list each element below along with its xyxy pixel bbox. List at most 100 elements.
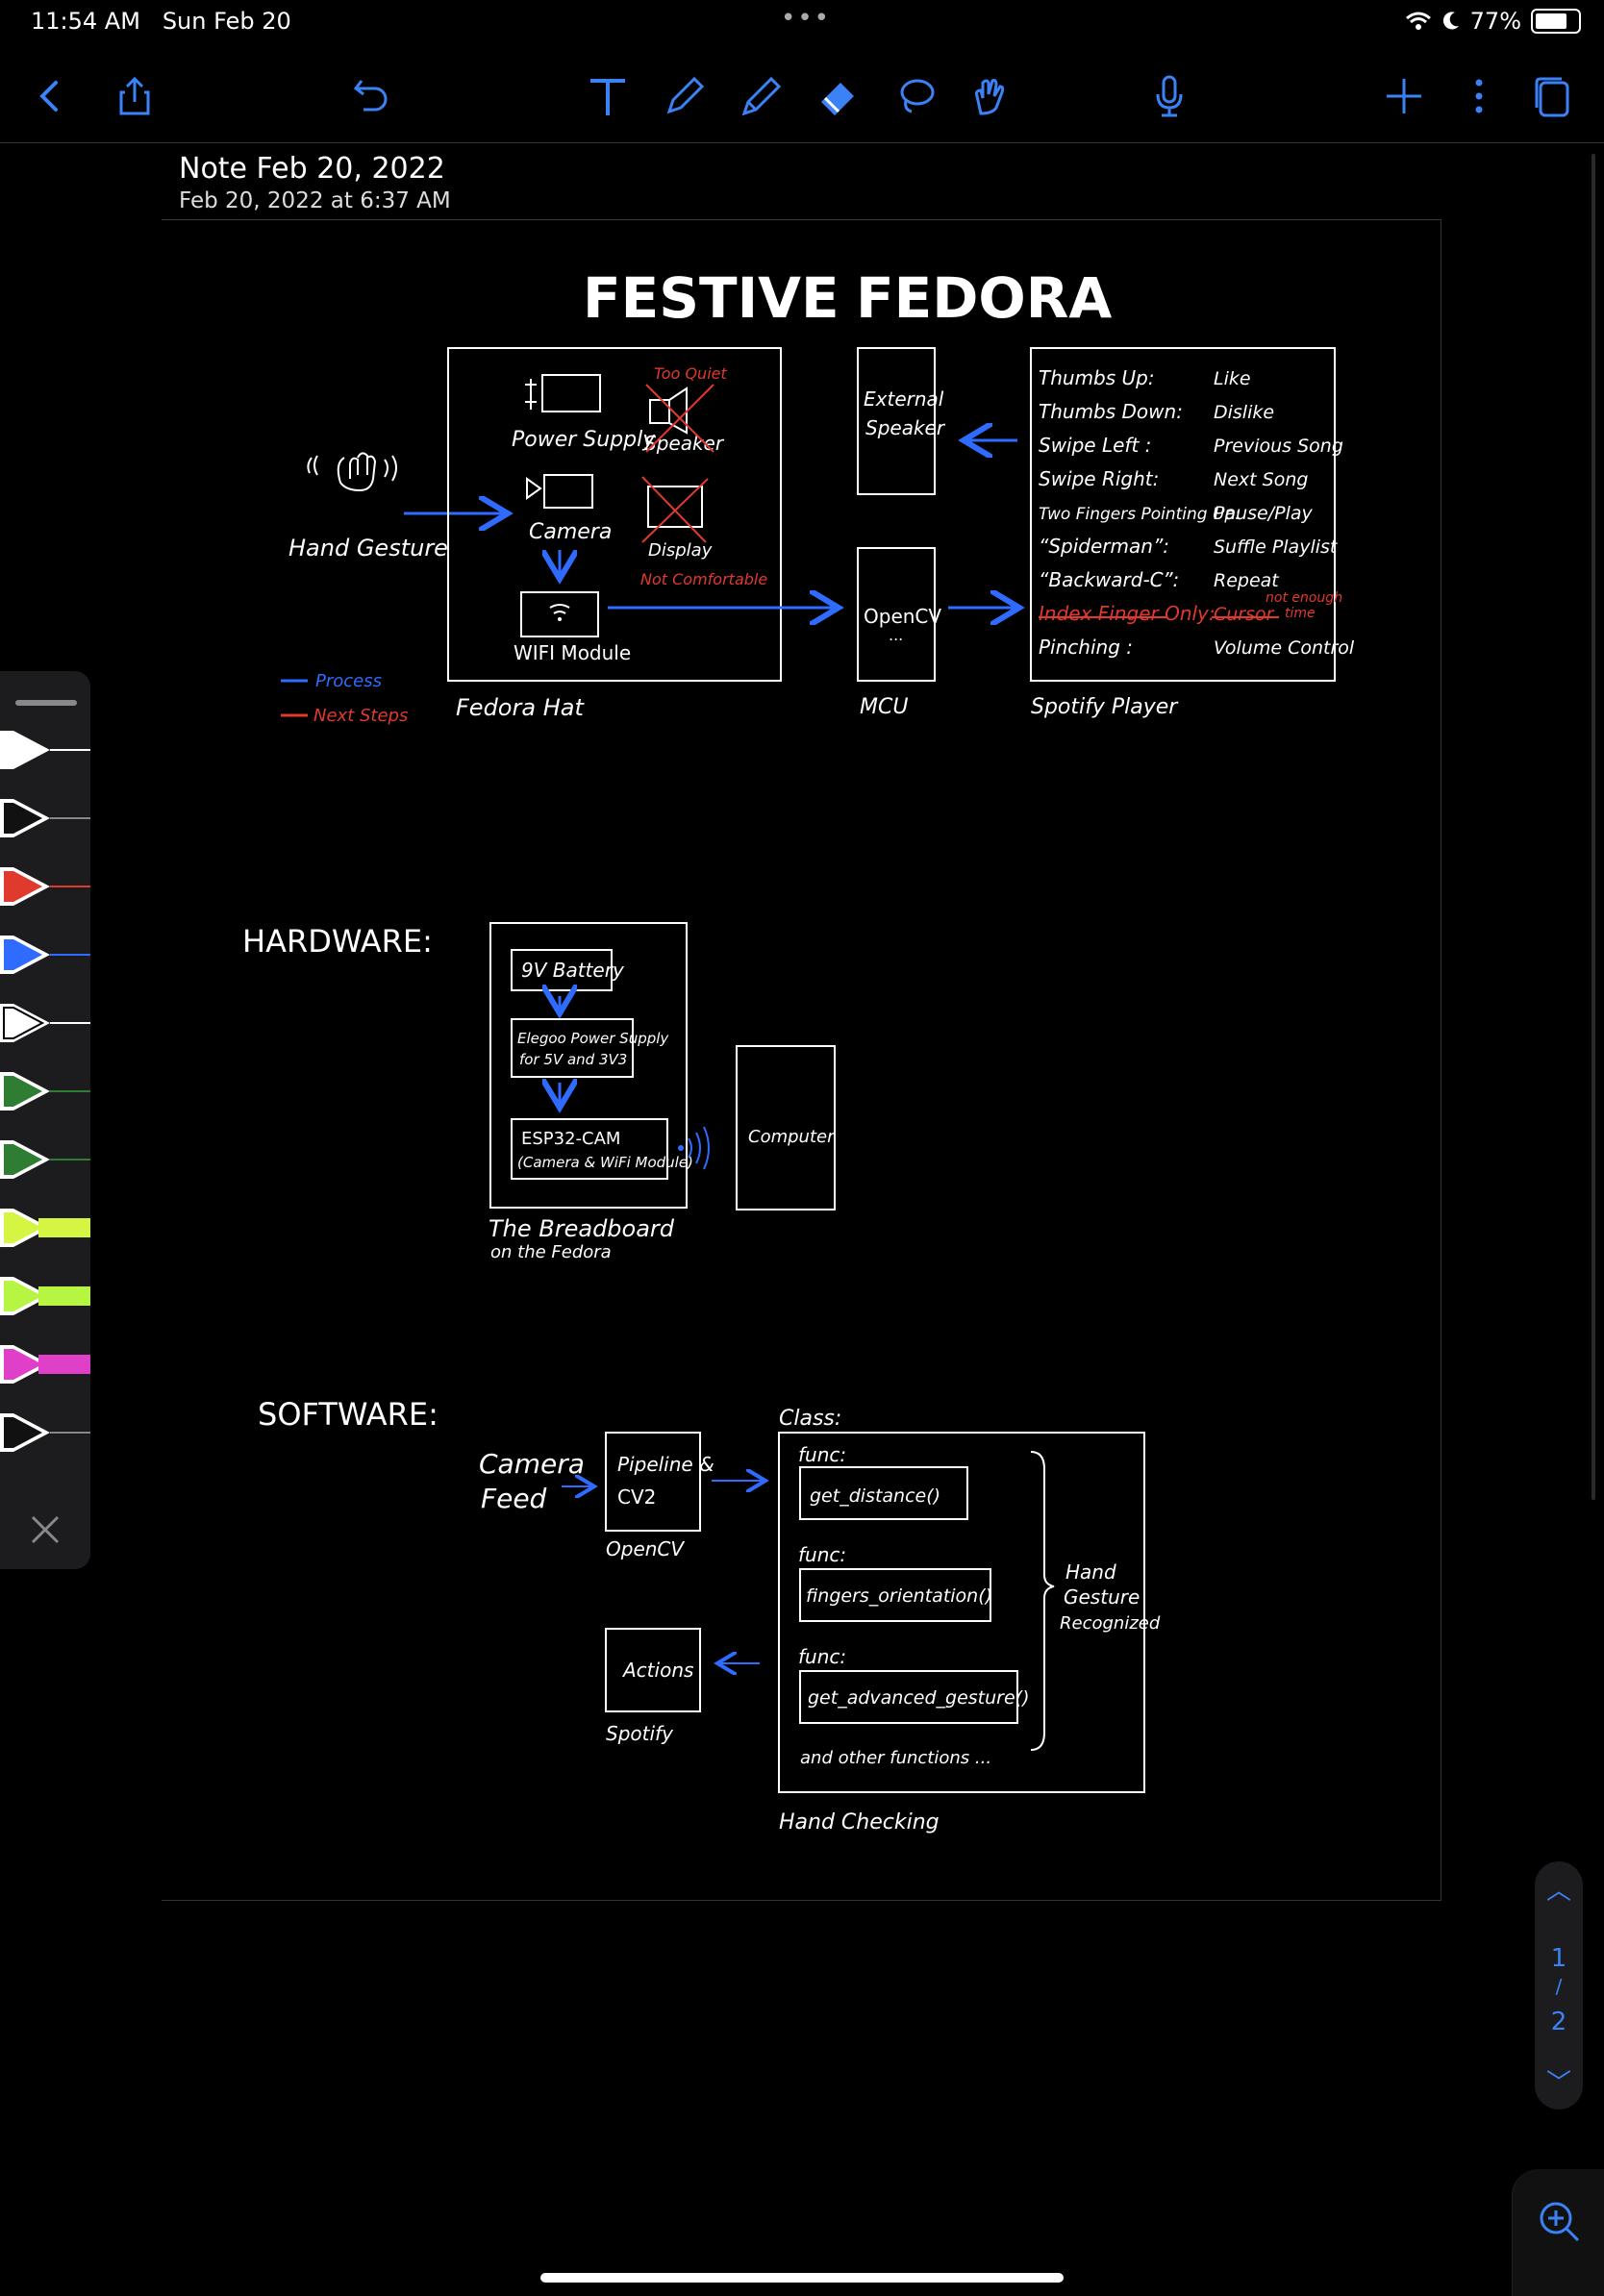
page-navigator: ︿ 1 / 2 ﹀ bbox=[1535, 1861, 1583, 2109]
page-up-icon[interactable]: ︿ bbox=[1535, 1871, 1583, 1907]
pen-tool[interactable] bbox=[0, 1408, 90, 1458]
label-func-2: func: bbox=[798, 1543, 846, 1566]
moon-icon bbox=[1442, 12, 1459, 30]
label-hgr-3: Recognized bbox=[1060, 1613, 1161, 1634]
label-esp32: ESP32-CAM bbox=[521, 1129, 620, 1149]
label-cv2: CV2 bbox=[617, 1485, 656, 1509]
pen-tool[interactable] bbox=[0, 998, 90, 1048]
label-hgr-2: Gesture bbox=[1064, 1585, 1140, 1609]
label-fedora-hat: Fedora Hat bbox=[456, 694, 585, 721]
label-hgr-1: Hand bbox=[1065, 1560, 1116, 1584]
label-elegoo-1: Elegoo Power Supply bbox=[517, 1030, 669, 1047]
pen-tool[interactable] bbox=[0, 1135, 90, 1185]
gesture-action: Cursor bbox=[1214, 604, 1275, 625]
label-pipeline: Pipeline & bbox=[617, 1453, 714, 1476]
label-mcu: MCU bbox=[860, 695, 908, 719]
hand-gesture-sketch bbox=[307, 452, 397, 492]
gesture-name: Index Finger Only: bbox=[1039, 602, 1216, 625]
pencil-icon[interactable] bbox=[660, 71, 710, 121]
note-title[interactable]: Note Feb 20, 2022 bbox=[179, 152, 445, 186]
page-total: 2 bbox=[1550, 2008, 1567, 2036]
text-tool-icon[interactable] bbox=[583, 71, 633, 121]
power-supply-sketch bbox=[541, 374, 601, 412]
label-actions: Actions bbox=[621, 1659, 693, 1682]
gesture-action: Next Song bbox=[1214, 469, 1308, 490]
pen-tool[interactable] bbox=[0, 930, 90, 980]
label-too-quiet: Too Quiet bbox=[654, 364, 727, 383]
multitasking-dots[interactable]: ••• bbox=[781, 4, 831, 33]
label-camera-feed-2: Feed bbox=[481, 1483, 547, 1514]
label-get-advanced-gesture: get_advanced_gesture() bbox=[808, 1687, 1030, 1709]
gesture-action: Previous Song bbox=[1214, 436, 1343, 457]
label-fingers-orientation: fingers_orientation() bbox=[806, 1585, 992, 1607]
legend-next-steps: Next Steps bbox=[313, 706, 408, 726]
gesture-name: “Backward-C”: bbox=[1039, 568, 1179, 591]
label-class: Class: bbox=[779, 1407, 841, 1431]
eraser-icon[interactable] bbox=[814, 71, 864, 121]
gesture-icon[interactable] bbox=[965, 71, 1015, 121]
close-icon[interactable] bbox=[29, 1513, 62, 1546]
label-computer: Computer bbox=[748, 1127, 836, 1147]
label-power-supply: Power Supply bbox=[512, 428, 656, 452]
add-icon[interactable] bbox=[1379, 71, 1429, 121]
gesture-name: Swipe Left : bbox=[1039, 434, 1151, 457]
elegoo-box bbox=[511, 1018, 634, 1078]
microphone-icon[interactable] bbox=[1144, 71, 1194, 121]
gesture-name: “Spiderman”: bbox=[1039, 535, 1169, 558]
battery-icon bbox=[1531, 9, 1581, 34]
label-hand-gesture: Hand Gesture bbox=[288, 535, 448, 562]
label-opencv-sw: OpenCV bbox=[606, 1537, 685, 1560]
pen-palette bbox=[0, 671, 90, 1569]
gesture-action: Dislike bbox=[1214, 402, 1274, 423]
gesture-name: Swipe Right: bbox=[1039, 467, 1159, 490]
status-bar: 11:54 AM Sun Feb 20 ••• 77% bbox=[0, 0, 1604, 46]
pen-tool[interactable] bbox=[0, 1066, 90, 1116]
gesture-name: Pinching : bbox=[1039, 636, 1133, 659]
lasso-icon[interactable] bbox=[890, 71, 940, 121]
pen-tool[interactable] bbox=[0, 1271, 90, 1321]
label-wifi-module: WIFI Module bbox=[514, 641, 631, 664]
marker-icon[interactable] bbox=[737, 71, 787, 121]
label-camera: Camera bbox=[529, 520, 612, 544]
pen-tool[interactable] bbox=[0, 861, 90, 911]
note-page[interactable]: FESTIVE FEDORA Hand Gesture Power Supply… bbox=[162, 219, 1441, 1901]
back-icon[interactable] bbox=[25, 71, 75, 121]
label-func-3: func: bbox=[798, 1645, 846, 1668]
palette-grab-handle[interactable] bbox=[15, 700, 77, 706]
label-on-fedora: on the Fedora bbox=[490, 1242, 612, 1262]
gesture-name: Thumbs Up: bbox=[1039, 366, 1155, 389]
label-hand-checking: Hand Checking bbox=[779, 1810, 940, 1834]
zoom-in-icon[interactable] bbox=[1538, 2200, 1582, 2244]
heading-hardware: HARDWARE: bbox=[242, 923, 433, 960]
label-not-enough: not enough bbox=[1266, 590, 1342, 606]
pen-tool[interactable] bbox=[0, 1339, 90, 1389]
label-camera-feed-1: Camera bbox=[479, 1448, 585, 1480]
undo-icon[interactable] bbox=[346, 71, 396, 121]
sketch-canvas: FESTIVE FEDORA Hand Gesture Power Supply… bbox=[242, 265, 1355, 1834]
legend-process: Process bbox=[315, 671, 382, 691]
more-icon[interactable] bbox=[1454, 71, 1504, 121]
status-time: 11:54 AM Sun Feb 20 bbox=[31, 8, 291, 35]
label-func-1: func: bbox=[798, 1443, 846, 1466]
pen-tool[interactable] bbox=[0, 793, 90, 843]
pages-icon[interactable] bbox=[1527, 71, 1577, 121]
label-opencv: OpenCV bbox=[864, 605, 941, 628]
label-get-distance: get_distance() bbox=[810, 1485, 940, 1507]
share-icon[interactable] bbox=[110, 71, 160, 121]
brace-sketch bbox=[1030, 1451, 1055, 1751]
pen-tool[interactable] bbox=[0, 1203, 90, 1253]
pen-tool[interactable] bbox=[0, 725, 90, 775]
battery-percent: 77% bbox=[1469, 8, 1521, 35]
toolbar bbox=[0, 50, 1604, 143]
label-elegoo-2: for 5V and 3V3 bbox=[519, 1051, 627, 1068]
gesture-action: Pause/Play bbox=[1214, 503, 1314, 524]
home-indicator[interactable] bbox=[540, 2273, 1064, 2283]
label-time: time bbox=[1285, 606, 1316, 621]
gesture-name: Thumbs Down: bbox=[1039, 400, 1183, 423]
page-down-icon[interactable]: ﹀ bbox=[1535, 2063, 1583, 2099]
label-9v-battery: 9V Battery bbox=[521, 959, 625, 982]
scrollbar[interactable] bbox=[1591, 154, 1595, 1500]
label-other-functions: and other functions ... bbox=[800, 1748, 991, 1768]
gesture-action: Repeat bbox=[1214, 570, 1280, 591]
pipeline-box bbox=[605, 1432, 701, 1532]
